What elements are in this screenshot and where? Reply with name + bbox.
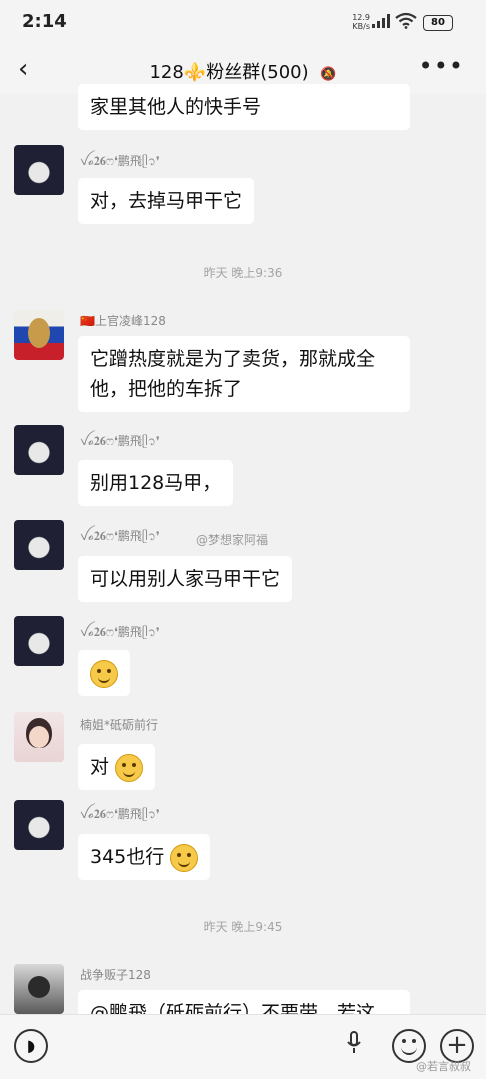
- grin-emoji-icon: [170, 843, 199, 872]
- message-bubble[interactable]: 可以用别人家马甲干它: [78, 556, 293, 602]
- status-time: 2:14: [22, 11, 67, 32]
- signal-icon: [372, 14, 390, 28]
- network-speed: 12.9 KB/s: [344, 13, 370, 31]
- message-text: 对: [90, 756, 110, 778]
- sender-name: ꪜ𝓸𝟐𝟔ෆ❛鹏飛ᥫ᭡❜: [80, 807, 160, 821]
- mute-bell-icon: 🔕: [320, 67, 337, 82]
- sender-name: ꪜ𝓸𝟐𝟔ෆ❛鹏飛ᥫ᭡❜: [80, 529, 160, 543]
- avatar[interactable]: [14, 800, 64, 850]
- avatar[interactable]: [14, 712, 64, 762]
- sender-name: ꪜ𝓸𝟐𝟔ෆ❛鹏飛ᥫ᭡❜: [80, 154, 160, 168]
- message-text: 345也行: [90, 846, 165, 868]
- group-title: 128⚜️粉丝群(500) 🔕: [0, 58, 486, 84]
- status-bar: 2:14 12.9 KB/s 80: [0, 0, 486, 46]
- message-text: 可以用别人家马甲干它: [90, 568, 281, 590]
- sender-name: ꪜ𝓸𝟐𝟔ෆ❛鹏飛ᥫ᭡❜: [80, 434, 160, 448]
- avatar[interactable]: [14, 145, 64, 195]
- message-text: 对，去掉马甲干它: [90, 190, 243, 212]
- avatar[interactable]: [14, 310, 64, 360]
- message-text: 别用128马甲，: [90, 472, 222, 494]
- avatar[interactable]: [14, 964, 64, 1014]
- mic-icon[interactable]: [346, 1031, 362, 1055]
- message-bubble[interactable]: 家里其他人的快手号: [78, 84, 410, 130]
- voice-icon[interactable]: ◗: [14, 1029, 48, 1063]
- message-text: 它蹭热度就是为了卖货，那就成全他，把他的车拆了: [90, 348, 376, 400]
- input-bar: ◗ + @若言叔叔: [0, 1014, 486, 1079]
- avatar[interactable]: [14, 425, 64, 475]
- timestamp: 昨天 晚上9:36: [203, 266, 283, 280]
- network-speed-unit: KB/s: [352, 22, 370, 31]
- thinking-emoji-icon: [90, 659, 118, 688]
- timestamp: 昨天 晚上9:45: [203, 920, 283, 934]
- more-button[interactable]: •••: [419, 52, 464, 80]
- battery-indicator: 80: [423, 15, 453, 31]
- message-text: 家里其他人的快手号: [90, 96, 262, 118]
- message-bubble[interactable]: [78, 650, 130, 696]
- weibo-watermark: @若言叔叔: [416, 1060, 471, 1073]
- sender-name: ꪜ𝓸𝟐𝟔ෆ❛鹏飛ᥫ᭡❜: [80, 625, 160, 639]
- message-input[interactable]: [60, 1025, 380, 1065]
- message-bubble[interactable]: 它蹭热度就是为了卖货，那就成全他，把他的车拆了: [78, 336, 410, 412]
- wifi-icon: [395, 12, 417, 29]
- message-bubble[interactable]: 对，去掉马甲干它: [78, 178, 255, 224]
- network-speed-value: 12.9: [352, 13, 370, 22]
- avatar[interactable]: [14, 520, 64, 570]
- avatar[interactable]: [14, 616, 64, 666]
- sender-name: 楠姐*砥砺前行: [80, 718, 159, 732]
- thinking-emoji-icon: [115, 753, 144, 782]
- weibo-watermark: @梦想家阿福: [196, 533, 269, 547]
- sender-name: 战争贩子128: [80, 968, 151, 982]
- message-bubble[interactable]: 别用128马甲，: [78, 460, 234, 506]
- group-title-text: 128⚜️粉丝群(500): [149, 62, 309, 83]
- message-bubble[interactable]: 对: [78, 744, 156, 790]
- message-bubble[interactable]: 345也行: [78, 834, 211, 880]
- sender-name: 🇨🇳上官凌峰128: [80, 314, 166, 328]
